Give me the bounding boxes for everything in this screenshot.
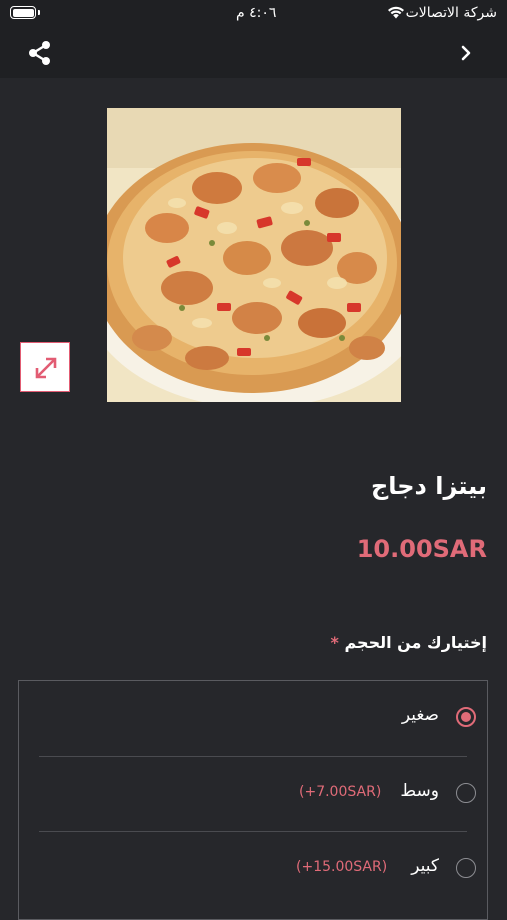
product-image[interactable]: [107, 108, 401, 402]
size-selector-heading: إختيارك من الحجم *: [327, 633, 487, 652]
product-name: بيتزا دجاج: [370, 472, 487, 500]
size-option-label: كبير: [411, 856, 439, 876]
status-time: ٤:٠٦ م: [236, 5, 277, 21]
radio-icon[interactable]: [456, 783, 476, 803]
size-option-small[interactable]: صغير: [19, 681, 487, 756]
nav-bar: [0, 30, 507, 78]
share-icon[interactable]: [26, 39, 54, 67]
pizza-photo: [107, 108, 401, 402]
required-mark: *: [330, 633, 339, 652]
radio-selected-icon[interactable]: [456, 707, 476, 727]
carrier-name: شركة الاتصالات: [405, 5, 497, 21]
size-option-label: وسط: [400, 781, 439, 801]
size-option-extra-price: (+7.00SAR): [299, 784, 382, 800]
size-heading-label: إختيارك من الحجم: [344, 633, 487, 652]
chevron-right-icon[interactable]: [459, 42, 473, 64]
size-option-large[interactable]: كبير (+15.00SAR): [19, 832, 487, 907]
status-bar: ٤:٠٦ م شركة الاتصالات: [0, 0, 507, 30]
size-option-extra-price: (+15.00SAR): [296, 859, 388, 875]
battery-icon: [10, 6, 40, 19]
size-option-medium[interactable]: وسط (+7.00SAR): [19, 757, 487, 832]
expand-arrows-icon: [35, 357, 57, 379]
size-option-label: صغير: [401, 705, 439, 725]
expand-image-button[interactable]: [20, 342, 70, 392]
radio-icon[interactable]: [456, 858, 476, 878]
wifi-icon: [388, 6, 404, 19]
size-options-list: صغير وسط (+7.00SAR) كبير (+15.00SAR): [18, 680, 488, 920]
product-price: 10.00SAR: [356, 535, 487, 563]
